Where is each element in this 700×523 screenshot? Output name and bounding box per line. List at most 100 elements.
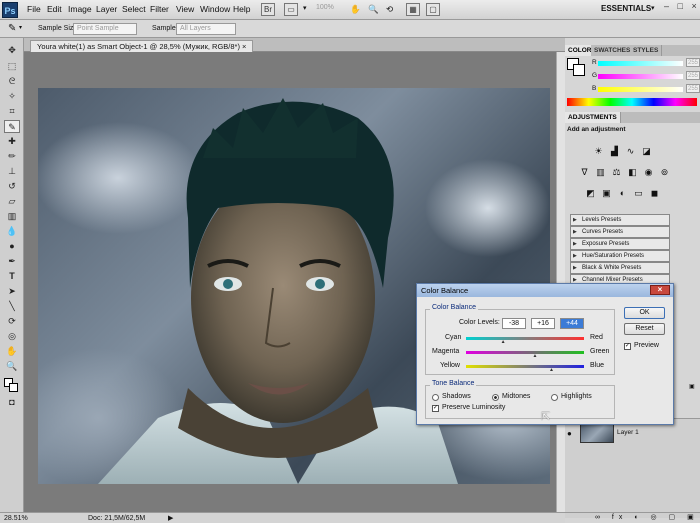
hand-tool-icon[interactable]: ✋ [4, 345, 20, 358]
screen-mode-icon[interactable]: ▭ [284, 3, 298, 16]
exposure-icon[interactable]: ◪ [641, 146, 652, 157]
tab-adjustments[interactable]: ADJUSTMENTS [565, 112, 621, 123]
pen-tool-icon[interactable]: ✒ [4, 255, 20, 268]
channel-mixer-icon[interactable]: ⊚ [659, 167, 670, 178]
menu-layer[interactable]: Layer [96, 4, 117, 14]
3d-orbit-icon[interactable]: ◎ [4, 330, 20, 343]
magenta-green-thumb[interactable]: ▲ [532, 354, 537, 359]
preset-exposure[interactable]: Exposure Presets [570, 238, 670, 250]
channel-g-value[interactable]: 255 [686, 71, 700, 80]
tab-styles[interactable]: STYLES [630, 45, 663, 56]
menu-image[interactable]: Image [68, 4, 92, 14]
background-color[interactable] [9, 383, 18, 392]
menu-select[interactable]: Select [122, 4, 146, 14]
eraser-tool-icon[interactable]: ▱ [4, 195, 20, 208]
gradient-map-icon[interactable]: ▭ [633, 188, 644, 199]
zoom-tool-icon[interactable]: 🔍 [4, 360, 20, 373]
preset-levels[interactable]: Levels Presets [570, 214, 670, 226]
move-tool-icon[interactable]: ✥ [4, 44, 20, 57]
zoom-icon[interactable]: 🔍 [368, 4, 379, 15]
type-tool-icon[interactable]: T [4, 270, 20, 283]
radio-shadows[interactable] [432, 394, 439, 401]
eyedropper-icon[interactable]: ✎ [8, 23, 16, 34]
screen-icon[interactable]: ▢ [426, 3, 440, 16]
black-white-icon[interactable]: ◧ [627, 167, 638, 178]
curves-icon[interactable]: ∿ [625, 146, 636, 157]
levels-icon[interactable]: ▟ [609, 146, 620, 157]
level-magenta-green[interactable]: +16 [531, 318, 555, 329]
marquee-tool-icon[interactable]: ⬚ [4, 60, 20, 73]
cyan-red-thumb[interactable]: ▲ [501, 340, 506, 345]
preset-black-white[interactable]: Black & White Presets [570, 262, 670, 274]
lasso-tool-icon[interactable]: ᘓ [4, 75, 20, 88]
zoom-level[interactable]: 100% [316, 4, 334, 11]
crop-tool-icon[interactable]: ⌗ [4, 105, 20, 118]
healing-tool-icon[interactable]: ✚ [4, 135, 20, 148]
preserve-luminosity-checkbox[interactable]: ✓ [432, 405, 439, 412]
yellow-blue-thumb[interactable]: ▲ [549, 368, 554, 373]
gradient-tool-icon[interactable]: ▥ [4, 210, 20, 223]
channel-b-value[interactable]: 255 [686, 84, 700, 93]
level-cyan-red[interactable]: -38 [502, 318, 526, 329]
menu-filter[interactable]: Filter [150, 4, 169, 14]
level-yellow-blue[interactable]: +44 [560, 318, 584, 329]
threshold-icon[interactable]: ◐ [617, 188, 628, 199]
eye-icon[interactable]: ● [567, 429, 572, 438]
channel-r-slider[interactable] [598, 61, 683, 66]
photo-filter-icon[interactable]: ◉ [643, 167, 654, 178]
brightness-icon[interactable]: ☀ [593, 146, 604, 157]
posterize-icon[interactable]: ▣ [601, 188, 612, 199]
color-balance-icon[interactable]: ⚖ [611, 167, 622, 178]
radio-highlights[interactable] [551, 394, 558, 401]
invert-icon[interactable]: ◩ [585, 188, 596, 199]
blur-tool-icon[interactable]: 💧 [4, 225, 20, 238]
vertical-scrollbar[interactable] [556, 52, 565, 512]
color-spectrum-bar[interactable] [567, 98, 697, 106]
status-zoom[interactable]: 28.51% [4, 515, 28, 522]
sample-select[interactable]: All Layers [176, 23, 236, 35]
selective-color-icon[interactable]: ◼ [649, 188, 660, 199]
menu-help[interactable]: Help [233, 4, 250, 14]
eyedropper-tool-icon[interactable]: ✎ [4, 120, 20, 133]
history-brush-icon[interactable]: ↺ [4, 180, 20, 193]
path-select-icon[interactable]: ➤ [4, 285, 20, 298]
quick-select-tool-icon[interactable]: ✧ [4, 90, 20, 103]
ok-button[interactable]: OK [624, 307, 665, 319]
quick-mask-icon[interactable]: ◘ [4, 396, 20, 409]
sample-size-select[interactable]: Point Sample [73, 23, 137, 35]
shape-tool-icon[interactable]: ╲ [4, 300, 20, 313]
radio-midtones[interactable] [492, 394, 499, 401]
status-menu-icon[interactable]: ▶ [168, 514, 173, 522]
cyan-red-slider[interactable] [466, 337, 584, 340]
document-tab[interactable]: Youra white(1) as Smart Object-1 @ 28,5%… [30, 40, 254, 52]
preset-curves[interactable]: Curves Presets [570, 226, 670, 238]
channel-g-slider[interactable] [598, 74, 683, 79]
brush-tool-icon[interactable]: ✏ [4, 150, 20, 163]
stamp-tool-icon[interactable]: ⊥ [4, 165, 20, 178]
magenta-green-slider[interactable] [466, 351, 584, 354]
layers-footer-icons[interactable]: ∞ fx ◐ ◎ ▢ ▣ 🗑 [565, 512, 700, 523]
dodge-tool-icon[interactable]: ● [4, 240, 20, 253]
menu-view[interactable]: View [176, 4, 194, 14]
reset-button[interactable]: Reset [624, 323, 665, 335]
channel-r-value[interactable]: 255 [686, 58, 700, 67]
workspace-switcher[interactable]: ESSENTIALS [601, 4, 651, 13]
menu-window[interactable]: Window [200, 4, 230, 14]
menu-edit[interactable]: Edit [47, 4, 62, 14]
layer-name[interactable]: Layer 1 [617, 429, 639, 436]
layer-option-icon[interactable]: ▣ [689, 383, 695, 390]
window-controls[interactable]: – □ × [664, 1, 700, 11]
tab-swatches[interactable]: SWATCHES [591, 45, 635, 56]
yellow-blue-slider[interactable] [466, 365, 584, 368]
channel-b-slider[interactable] [598, 87, 683, 92]
hue-saturation-icon[interactable]: ▥ [595, 167, 606, 178]
menu-file[interactable]: File [27, 4, 41, 14]
vibrance-icon[interactable]: ∇ [579, 167, 590, 178]
rotate-view-icon[interactable]: ⟲ [386, 4, 393, 15]
arrange-documents-icon[interactable]: ▦ [406, 3, 420, 16]
color-background-swatch[interactable] [573, 64, 585, 76]
hand-icon[interactable]: ✋ [350, 4, 361, 15]
bridge-icon[interactable]: Br [261, 3, 275, 16]
chevron-down-icon[interactable]: ▾ [651, 4, 655, 12]
preset-hue-saturation[interactable]: Hue/Saturation Presets [570, 250, 670, 262]
